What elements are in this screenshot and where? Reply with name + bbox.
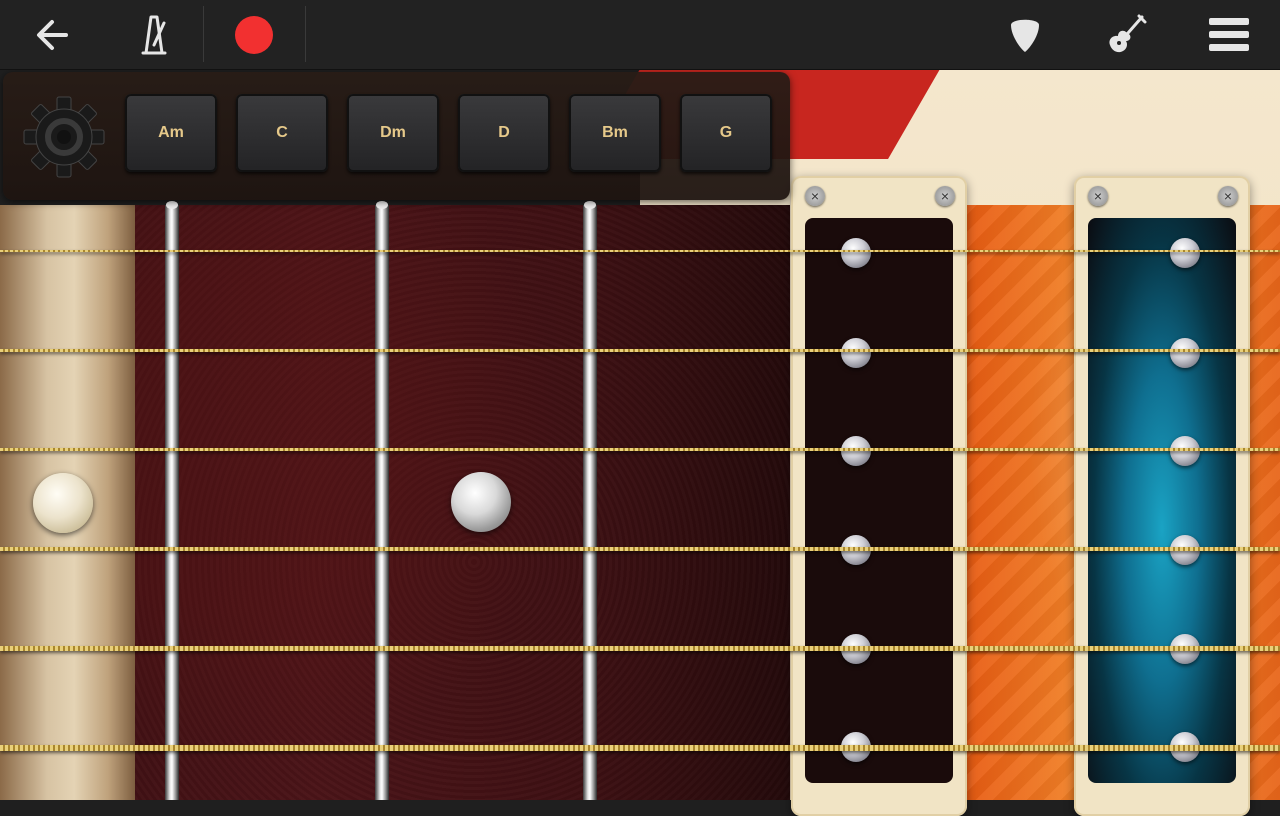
nut-marker <box>33 473 93 533</box>
metronome-icon <box>141 15 167 54</box>
arrow-left-icon <box>37 19 68 50</box>
chord-button-dm[interactable]: Dm <box>347 94 439 172</box>
pickup-cover-active <box>1088 218 1236 783</box>
chord-button-d[interactable]: D <box>458 94 550 172</box>
pole-piece <box>841 338 871 368</box>
chord-button-g[interactable]: G <box>680 94 772 172</box>
top-toolbar <box>0 0 1280 70</box>
record-dot-icon <box>235 15 273 54</box>
screw-icon: × <box>935 186 955 206</box>
chord-button-am[interactable]: Am <box>125 94 217 172</box>
pole-piece <box>841 238 871 268</box>
string-4[interactable] <box>0 547 1280 551</box>
screw-icon: × <box>805 186 825 206</box>
hamburger-menu-icon <box>1209 17 1249 51</box>
menu-button[interactable] <box>1199 0 1259 69</box>
guitar-select-button[interactable] <box>1096 0 1156 69</box>
electric-guitar-icon <box>1109 14 1147 52</box>
screw-icon: × <box>1218 186 1238 206</box>
metronome-button[interactable] <box>124 0 184 69</box>
neck-pickup[interactable]: × × <box>791 176 967 816</box>
string-5[interactable] <box>0 646 1280 651</box>
screw-icon: × <box>1088 186 1108 206</box>
chord-panel: Am C Dm D Bm G <box>3 72 790 200</box>
string-6[interactable] <box>0 745 1280 751</box>
toolbar-divider <box>203 6 204 62</box>
string-3[interactable] <box>0 448 1280 451</box>
fret-3 <box>583 201 597 800</box>
pole-piece <box>1170 238 1200 268</box>
string-1[interactable] <box>0 250 1280 252</box>
string-2[interactable] <box>0 349 1280 352</box>
fret-inlay-marker <box>451 472 511 532</box>
gear-icon[interactable] <box>23 96 105 178</box>
pole-piece <box>841 436 871 466</box>
chord-button-bm[interactable]: Bm <box>569 94 661 172</box>
fret-2 <box>375 201 389 800</box>
back-button[interactable] <box>22 0 82 69</box>
guitar-pick-icon <box>1011 19 1039 52</box>
chord-button-c[interactable]: C <box>236 94 328 172</box>
bridge-pickup[interactable]: × × <box>1074 176 1250 816</box>
fret-1 <box>165 201 179 800</box>
pickup-cover <box>805 218 953 783</box>
record-button[interactable] <box>224 0 284 69</box>
pole-piece <box>1170 338 1200 368</box>
pole-piece <box>1170 436 1200 466</box>
guitar-pick-button[interactable] <box>995 0 1055 69</box>
toolbar-divider <box>305 6 306 62</box>
